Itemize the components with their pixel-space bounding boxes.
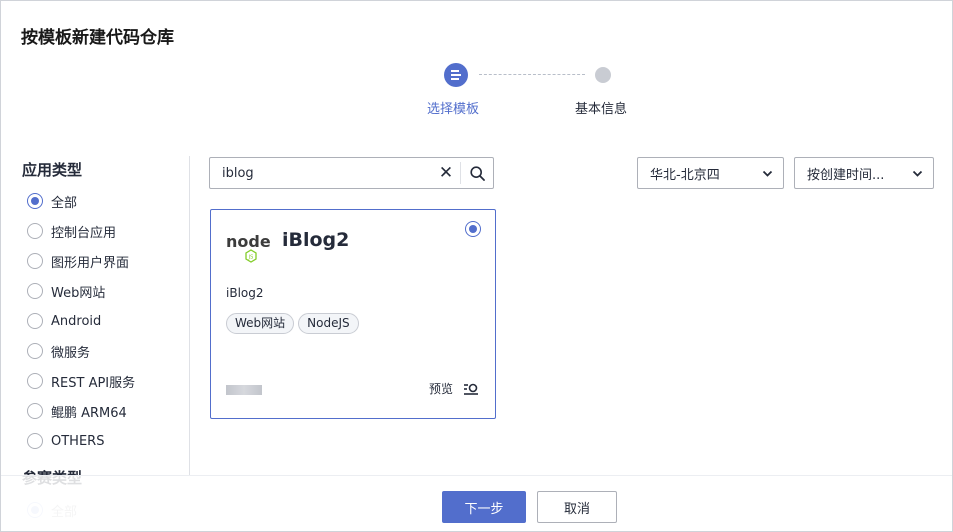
radio-checked-icon[interactable] — [465, 221, 481, 237]
chevron-down-icon — [762, 170, 773, 177]
radio-label: 鲲鹏 ARM64 — [51, 405, 127, 421]
template-owner-redacted — [226, 385, 262, 395]
radio-icon[interactable] — [27, 253, 43, 269]
step-2-label: 基本信息 — [575, 102, 628, 117]
radio-label: Web网站 — [51, 285, 106, 301]
radio-icon[interactable] — [27, 283, 43, 299]
radio-label: 图形用户界面 — [51, 255, 130, 271]
app-type-web[interactable]: Web网站 — [27, 281, 105, 301]
step-2-icon — [595, 67, 611, 83]
chevron-down-icon — [912, 170, 923, 177]
template-card[interactable]: node JS iBlog2 iBlog2 Web网站 NodeJS 预览 — [210, 209, 496, 419]
preview-link[interactable]: 预览 — [429, 380, 479, 397]
next-button[interactable]: 下一步 — [442, 491, 526, 523]
app-type-kunpeng[interactable]: 鲲鹏 ARM64 — [27, 401, 127, 421]
dialog-footer: 下一步 取消 — [1, 475, 952, 531]
svg-text:JS: JS — [248, 255, 254, 261]
sort-select-value: 按创建时间... — [807, 167, 885, 183]
radio-label: 微服务 — [51, 345, 91, 361]
cancel-button[interactable]: 取消 — [537, 491, 617, 523]
app-type-console[interactable]: 控制台应用 — [27, 221, 116, 241]
app-type-microservice[interactable]: 微服务 — [27, 341, 90, 361]
app-type-rest-api[interactable]: REST API服务 — [27, 371, 135, 391]
radio-icon[interactable] — [27, 403, 43, 419]
app-type-android[interactable]: Android — [27, 311, 101, 331]
step-1-label: 选择模板 — [427, 102, 480, 117]
radio-label: Android — [51, 313, 102, 329]
search-icon[interactable] — [461, 158, 493, 188]
app-type-gui[interactable]: 图形用户界面 — [27, 251, 129, 271]
dialog-title: 按模板新建代码仓库 — [21, 28, 174, 48]
radio-label: 控制台应用 — [51, 225, 117, 241]
close-icon[interactable]: ✕ — [432, 158, 460, 188]
search-box: ✕ — [209, 157, 494, 189]
radio-checked-icon[interactable] — [27, 193, 43, 209]
preview-label: 预览 — [428, 382, 453, 396]
app-type-others[interactable]: OTHERS — [27, 431, 104, 451]
sidebar-divider — [189, 156, 190, 476]
nodejs-logo-icon: node JS — [226, 232, 271, 263]
app-type-title: 应用类型 — [22, 161, 83, 179]
step-connector — [479, 74, 585, 75]
tag: NodeJS — [298, 313, 359, 334]
radio-icon[interactable] — [27, 343, 43, 359]
nodejs-logo-text: node — [226, 232, 271, 251]
template-tags: Web网站 NodeJS — [226, 313, 359, 334]
radio-icon[interactable] — [27, 223, 43, 239]
preview-icon — [464, 383, 478, 395]
region-select-value: 华北-北京四 — [650, 167, 720, 183]
step-1-icon — [444, 63, 468, 87]
radio-label: REST API服务 — [51, 375, 136, 391]
sort-select[interactable]: 按创建时间... — [794, 157, 934, 189]
radio-label: 全部 — [51, 195, 78, 211]
template-name: iBlog2 — [282, 229, 350, 251]
app-type-all[interactable]: 全部 — [27, 191, 77, 211]
create-repo-dialog: 按模板新建代码仓库 选择模板 基本信息 应用类型 全部 控制台应用 图形用户界面… — [0, 0, 953, 532]
radio-label: OTHERS — [51, 433, 105, 449]
search-input[interactable] — [210, 159, 432, 187]
radio-icon[interactable] — [27, 313, 43, 329]
radio-icon[interactable] — [27, 433, 43, 449]
region-select[interactable]: 华北-北京四 — [637, 157, 784, 189]
tag: Web网站 — [226, 313, 295, 334]
radio-icon[interactable] — [27, 373, 43, 389]
template-description: iBlog2 — [226, 286, 264, 300]
